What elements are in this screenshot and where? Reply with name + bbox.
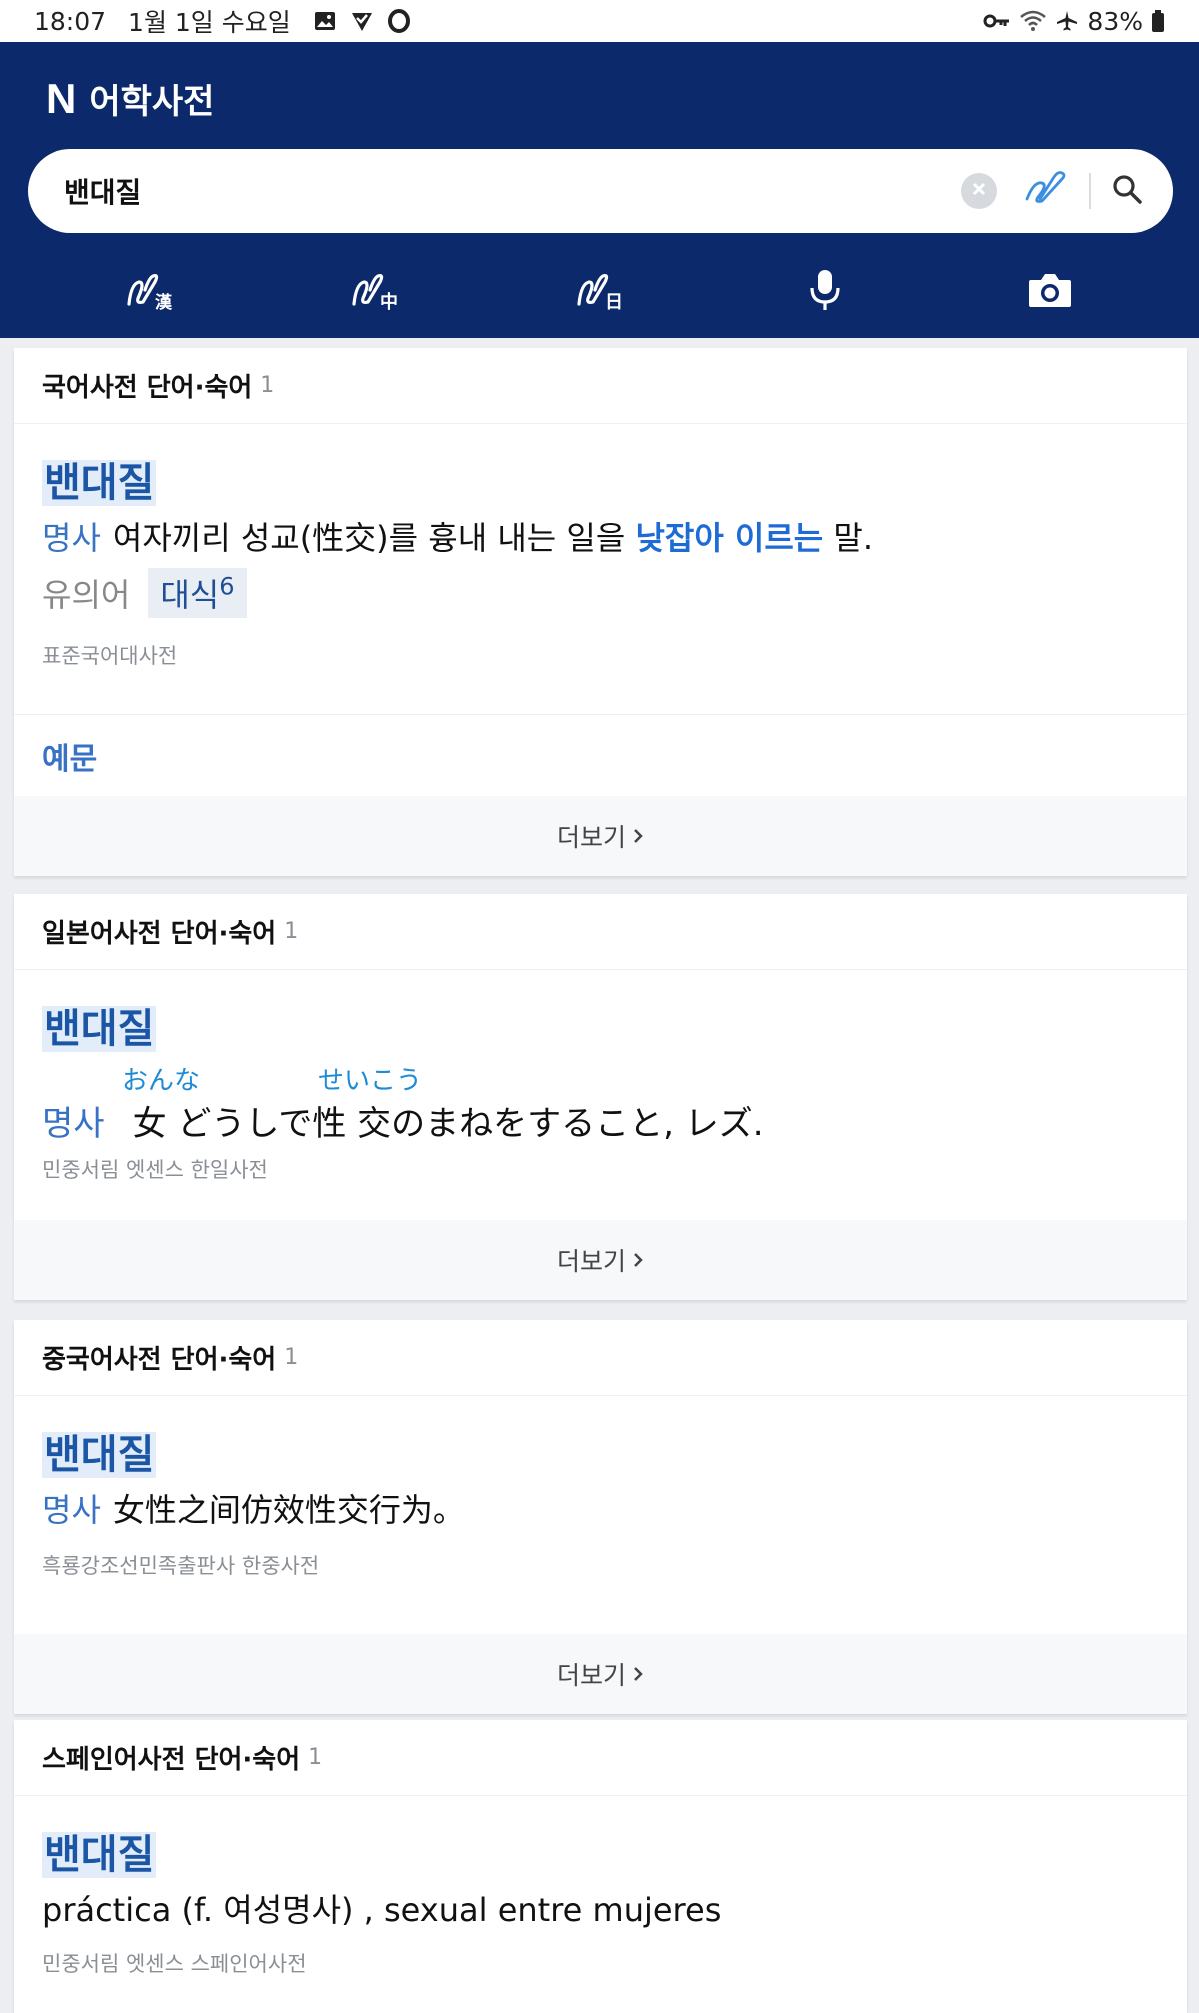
card-body: 밴대질 おんな せいこう 명사 女 どうしで性 交のまねをすること, レズ. 민중… [14, 970, 1187, 1220]
handwriting-button[interactable] [1023, 168, 1069, 214]
card-header: 중국어사전 단어·숙어 1 [14, 1320, 1187, 1396]
status-time: 18:07 [34, 6, 107, 36]
battery-icon [1151, 10, 1165, 32]
camera-icon [1027, 271, 1073, 313]
card-title: 국어사전 단어·숙어 [42, 373, 253, 403]
definition: おんな せいこう 명사 女 どうしで性 交のまねをすること, レズ. [42, 1056, 1159, 1146]
input-tools: 漢 中 日 [0, 257, 1199, 327]
page-title: 어학사전 [89, 82, 215, 122]
result-count: 1 [284, 919, 299, 944]
handwriting-chinese-icon: 中 [350, 270, 400, 314]
japanese-dictionary-card: 일본어사전 단어·숙어 1 밴대질 おんな せいこう 명사 女 どうしで性 交のま… [14, 894, 1187, 1300]
divider [1089, 173, 1091, 209]
dictionary-source: 흑룡강조선민족출판사 한중사전 [42, 1554, 320, 1578]
part-of-speech: 명사 [42, 519, 101, 557]
result-count: 1 [284, 1345, 299, 1370]
card-body: 밴대질 명사 女性之间仿效性交行为。 흑룡강조선민족출판사 한중사전 [14, 1396, 1187, 1634]
more-label: 더보기 [556, 1247, 626, 1276]
card-header: 스페인어사전 단어·숙어 1 [14, 1720, 1187, 1796]
dictionary-source: 표준국어대사전 [42, 644, 178, 668]
search-input[interactable] [64, 174, 961, 208]
app-header: N 어학사전 漢 中 [0, 42, 1199, 338]
synonym-superscript: 6 [219, 572, 235, 601]
chevron-right-icon [632, 1660, 644, 1689]
microphone-icon [808, 268, 842, 316]
dictionary-source: 민중서림 엣센스 스페인어사전 [42, 1952, 307, 1976]
headword-link[interactable]: 밴대질 [42, 460, 157, 506]
handwriting-japanese-icon: 日 [575, 270, 625, 314]
headword-link[interactable]: 밴대질 [42, 1432, 157, 1478]
card-body: 밴대질 práctica (f. 여성명사) , sexual entre mu… [14, 1796, 1187, 1978]
chevron-right-icon [632, 1246, 644, 1275]
korean-dictionary-card: 국어사전 단어·숙어 1 밴대질 명사 여자끼리 성교(性交)를 흉내 내는 일을… [14, 348, 1187, 876]
search-box [28, 149, 1173, 233]
more-button[interactable]: 더보기 [14, 1634, 1187, 1714]
result-count: 1 [260, 373, 275, 398]
brand[interactable]: N 어학사전 [46, 74, 214, 123]
definition: práctica (f. 여성명사) , sexual entre mujere… [42, 1891, 722, 1929]
battery-percent: 83% [1087, 6, 1143, 36]
svg-text:日: 日 [605, 292, 623, 310]
definition: 명사 女性之间仿效性交行为。 [42, 1486, 1159, 1534]
card-title: 중국어사전 단어·숙어 [42, 1345, 277, 1375]
result-count: 1 [308, 1745, 323, 1770]
definition-text: 여자끼리 성교(性交)를 흉내 내는 일을 [112, 519, 626, 557]
search-button[interactable] [1103, 167, 1151, 215]
card-header: 일본어사전 단어·숙어 1 [14, 894, 1187, 970]
furigana: せいこう [318, 1066, 423, 1096]
airplane-icon [1055, 9, 1079, 33]
definition-highlight-link[interactable]: 낮잡아 이르는 [635, 519, 823, 557]
card-body: 밴대질 명사 여자끼리 성교(性交)를 흉내 내는 일을 낮잡아 이르는 말. 유… [14, 424, 1187, 714]
more-button[interactable]: 더보기 [14, 796, 1187, 876]
part-of-speech: 명사 [42, 1104, 105, 1144]
opera-icon [387, 9, 411, 33]
search-icon [1111, 173, 1143, 209]
tool-handwriting-chinese[interactable]: 中 [262, 257, 487, 327]
synonym-row: 유의어 대식6 [42, 568, 1159, 618]
definition: 명사 여자끼리 성교(性交)를 흉내 내는 일을 낮잡아 이르는 말. [42, 514, 1159, 562]
check-shield-icon [349, 9, 375, 33]
more-button[interactable]: 더보기 [14, 1220, 1187, 1300]
definition-text: 女性之间仿效性交行为。 [112, 1491, 465, 1529]
clear-button[interactable] [961, 173, 997, 209]
definition-text: 女 どうしで性 交のまねをすること, レズ. [132, 1104, 764, 1144]
synonym-link[interactable]: 대식6 [148, 568, 247, 618]
examples-link[interactable]: 예문 [14, 714, 1187, 796]
card-title: 일본어사전 단어·숙어 [42, 919, 277, 949]
wifi-icon [1019, 9, 1047, 33]
chinese-dictionary-card: 중국어사전 단어·숙어 1 밴대질 명사 女性之间仿效性交行为。 흑룡강조선민족출… [14, 1320, 1187, 1714]
part-of-speech: 명사 [42, 1491, 101, 1529]
spanish-dictionary-card: 스페인어사전 단어·숙어 1 밴대질 práctica (f. 여성명사) , … [14, 1720, 1187, 2013]
status-bar: 18:07 1월 1일 수요일 83% [0, 0, 1199, 42]
more-label: 더보기 [556, 823, 626, 852]
synonym-word: 대식 [160, 576, 220, 614]
tool-camera-search[interactable] [937, 257, 1162, 327]
tool-handwriting-hanja[interactable]: 漢 [37, 257, 262, 327]
naver-logo: N [46, 74, 76, 122]
synonym-label: 유의어 [42, 576, 131, 614]
furigana: おんな [122, 1066, 201, 1096]
headword-link[interactable]: 밴대질 [42, 1832, 157, 1878]
status-date: 1월 1일 수요일 [128, 8, 291, 37]
vpn-key-icon [983, 10, 1011, 32]
headword-link[interactable]: 밴대질 [42, 1006, 157, 1052]
dictionary-source: 민중서림 엣센스 한일사전 [42, 1158, 268, 1182]
card-header: 국어사전 단어·숙어 1 [14, 348, 1187, 424]
gallery-icon [313, 9, 337, 33]
tool-handwriting-japanese[interactable]: 日 [487, 257, 712, 327]
tool-voice-search[interactable] [712, 257, 937, 327]
chevron-right-icon [632, 822, 644, 851]
card-title: 스페인어사전 단어·숙어 [42, 1745, 301, 1775]
more-label: 더보기 [556, 1661, 626, 1690]
close-icon [971, 181, 987, 201]
definition-text-end: 말. [833, 519, 874, 557]
handwriting-hanja-icon: 漢 [125, 270, 175, 314]
handwriting-icon [1024, 171, 1068, 211]
svg-text:漢: 漢 [155, 292, 173, 310]
svg-text:中: 中 [380, 291, 398, 310]
